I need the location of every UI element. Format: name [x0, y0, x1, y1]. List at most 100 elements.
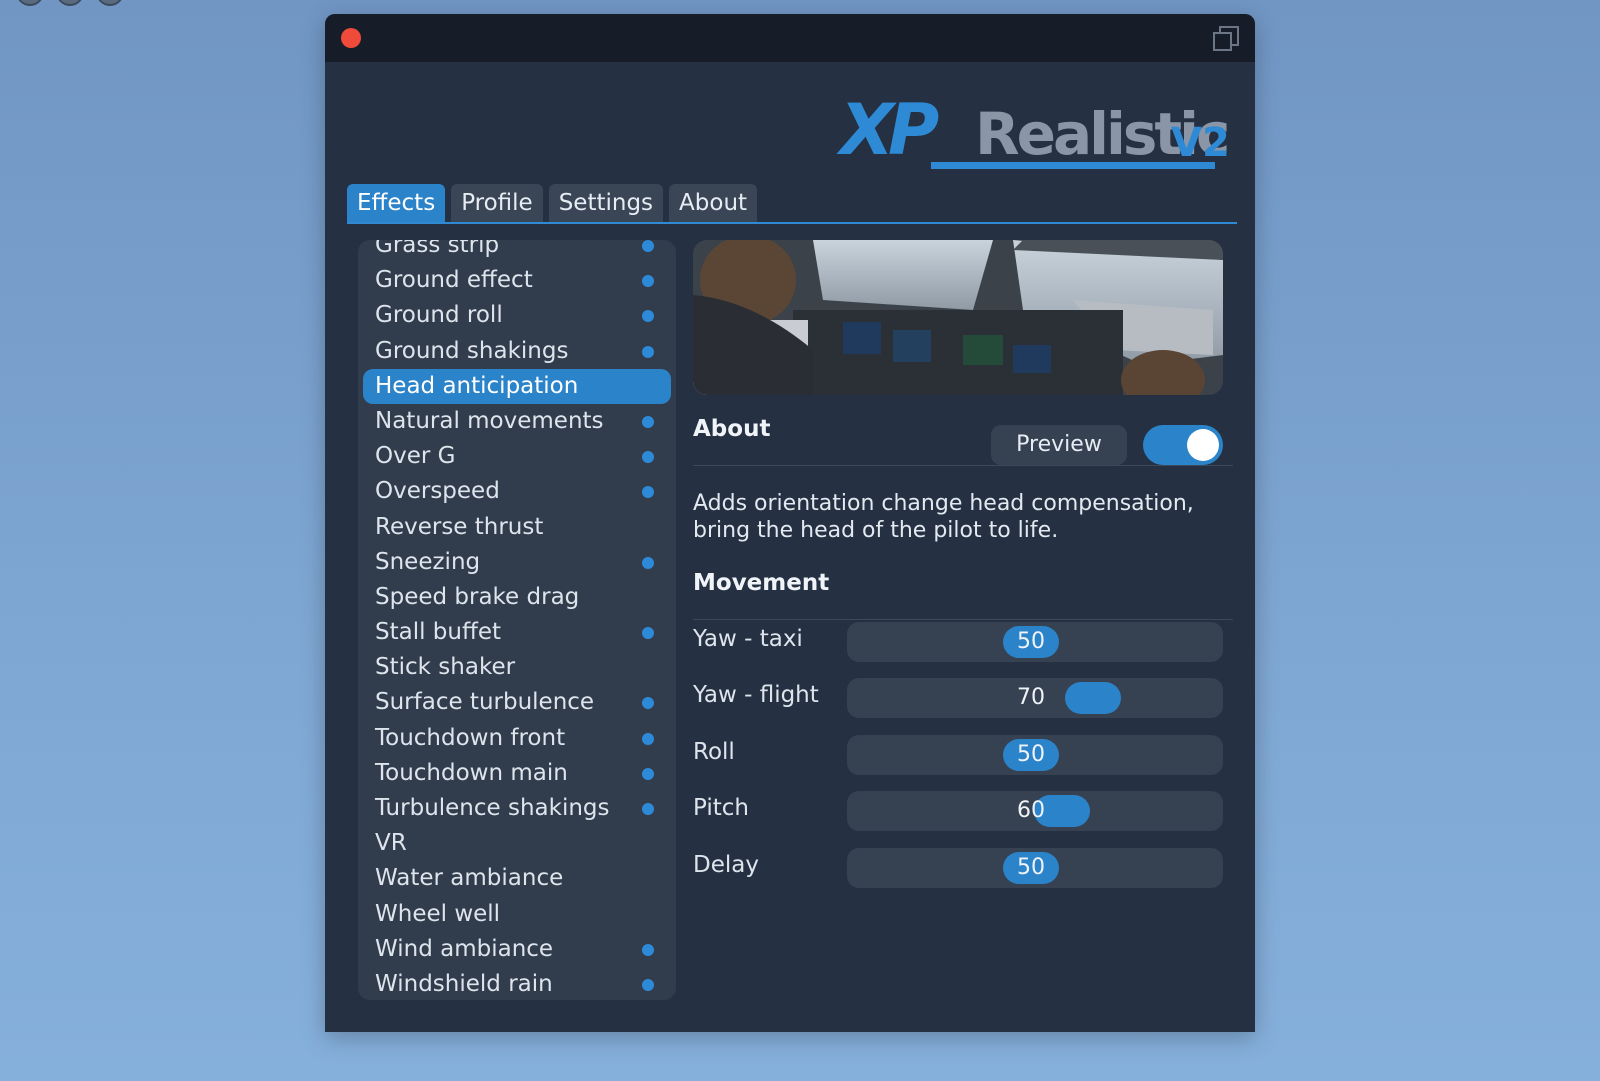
effect-item[interactable]: Sneezing — [358, 545, 676, 580]
effect-item[interactable]: Turbulence shakings — [358, 791, 676, 826]
effect-item-label: Reverse thrust — [375, 513, 544, 540]
movement-slider[interactable]: 50 — [847, 622, 1223, 662]
xprealistic-logo: XP Realistic V2 — [836, 92, 1230, 171]
enabled-indicator-icon — [642, 556, 654, 569]
title-bar — [325, 14, 1255, 62]
effect-item-label: VR — [375, 830, 407, 857]
enabled-indicator-icon — [642, 486, 654, 499]
tab-profile[interactable]: Profile — [451, 184, 543, 222]
effect-item[interactable]: Grass strip — [358, 240, 676, 263]
effect-item[interactable]: Touchdown front — [358, 721, 676, 756]
effect-item[interactable]: Over G — [358, 439, 676, 474]
effect-item[interactable]: Stall buffet — [358, 615, 676, 650]
effect-item-label: Stick shaker — [375, 654, 516, 681]
toggle-knob — [1187, 429, 1219, 461]
slider-label: Delay — [693, 852, 759, 878]
enabled-indicator-icon — [642, 310, 654, 323]
effect-item[interactable]: Surface turbulence — [358, 685, 676, 720]
effect-item[interactable]: Reverse thrust — [358, 510, 676, 545]
effect-item-label: Ground roll — [375, 302, 503, 329]
effect-item-label: Wheel well — [375, 900, 501, 927]
effects-list-scroll[interactable]: Grass strip Ground effect Ground roll Groun… — [358, 240, 676, 1000]
effect-item-label: Overspeed — [375, 478, 500, 505]
enabled-indicator-icon — [642, 803, 654, 815]
movement-slider[interactable]: 50 — [847, 735, 1223, 775]
popout-window-icon[interactable] — [1211, 24, 1241, 54]
effect-item[interactable]: Wind ambiance — [358, 932, 676, 967]
effect-item-label: Touchdown front — [375, 724, 566, 751]
movement-heading: Movement — [693, 570, 830, 596]
slider-label: Pitch — [693, 795, 749, 821]
slider-label: Yaw - taxi — [693, 626, 803, 652]
effect-item-label: Windshield rain — [375, 970, 553, 997]
effect-item[interactable]: Water ambiance — [358, 861, 676, 896]
slider-value: 70 — [1017, 685, 1045, 710]
enabled-indicator-icon — [642, 415, 654, 428]
effect-item[interactable]: Natural movements — [358, 404, 676, 439]
tab-effects[interactable]: Effects — [347, 184, 446, 222]
effect-item[interactable]: Touchdown main — [358, 756, 676, 791]
tab-bar: Effects Profile Settings About — [347, 172, 1237, 224]
effect-item[interactable]: Speed brake drag — [358, 580, 676, 615]
movement-slider[interactable]: 60 — [847, 791, 1223, 831]
movement-divider — [693, 619, 1233, 620]
enabled-indicator-icon — [642, 767, 654, 780]
slider-thumb[interactable] — [1065, 682, 1121, 714]
effect-description: Adds orientation change head compensatio… — [693, 491, 1194, 543]
svg-text:V2: V2 — [1171, 120, 1230, 166]
slider-value: 50 — [1017, 629, 1045, 654]
effect-item[interactable]: Ground roll — [358, 298, 676, 333]
effect-item-label: Natural movements — [375, 407, 604, 434]
effect-item-label: Over G — [375, 443, 456, 470]
enabled-indicator-icon — [642, 345, 654, 358]
effect-item[interactable]: Ground shakings — [358, 334, 676, 369]
effect-item[interactable]: Stick shaker — [358, 650, 676, 685]
enabled-indicator-icon — [642, 240, 654, 252]
desktop-icon — [16, 0, 44, 6]
effect-item-label: Turbulence shakings — [375, 795, 610, 821]
tab-settings[interactable]: Settings — [548, 184, 664, 222]
effect-item[interactable]: Overspeed — [358, 474, 676, 509]
slider-value: 50 — [1017, 742, 1045, 767]
effect-item-label: Surface turbulence — [375, 689, 595, 716]
movement-slider[interactable]: 50 — [847, 848, 1223, 888]
enabled-indicator-icon — [642, 627, 654, 640]
close-window-button[interactable] — [341, 28, 361, 48]
slider-label: Roll — [693, 739, 735, 765]
slider-value: 60 — [1017, 798, 1045, 823]
effects-list[interactable]: Grass strip Ground effect Ground roll Groun… — [358, 240, 676, 1000]
enabled-indicator-icon — [642, 943, 654, 956]
svg-text:XP: XP — [836, 92, 939, 171]
movement-slider[interactable]: 70 — [847, 678, 1223, 718]
desktop-icon — [56, 0, 84, 6]
effect-item-label: Speed brake drag — [375, 583, 580, 610]
effect-item-label: Head anticipation — [375, 372, 579, 399]
effect-item[interactable]: Head anticipation — [363, 368, 671, 404]
desktop-icon — [96, 0, 124, 6]
effect-item-label: Water ambiance — [375, 865, 564, 892]
preview-button[interactable]: Preview — [991, 425, 1127, 465]
effect-item[interactable]: Windshield rain — [358, 967, 676, 1000]
effect-item-label: Wind ambiance — [375, 935, 554, 962]
effect-item-label: Ground effect — [375, 267, 533, 294]
about-divider — [693, 465, 1233, 466]
effect-item-label: Touchdown main — [375, 759, 568, 786]
slider-value: 50 — [1017, 855, 1045, 880]
effect-item[interactable]: VR — [358, 826, 676, 861]
enabled-indicator-icon — [642, 697, 654, 710]
effect-enable-toggle[interactable] — [1143, 425, 1223, 465]
enabled-indicator-icon — [642, 978, 654, 991]
about-heading: About — [693, 416, 771, 442]
effect-item[interactable]: Ground effect — [358, 263, 676, 298]
effect-item-label: Stall buffet — [375, 619, 501, 646]
effect-item-label: Ground shakings — [375, 337, 569, 364]
enabled-indicator-icon — [642, 275, 654, 288]
cockpit-photo — [693, 240, 1223, 395]
effect-item-label: Sneezing — [375, 548, 481, 575]
slider-label: Yaw - flight — [693, 682, 819, 708]
effect-item[interactable]: Wheel well — [358, 897, 676, 932]
enabled-indicator-icon — [642, 451, 654, 464]
effect-item-label: Grass strip — [375, 240, 500, 258]
enabled-indicator-icon — [642, 732, 654, 745]
tab-about[interactable]: About — [669, 184, 758, 222]
